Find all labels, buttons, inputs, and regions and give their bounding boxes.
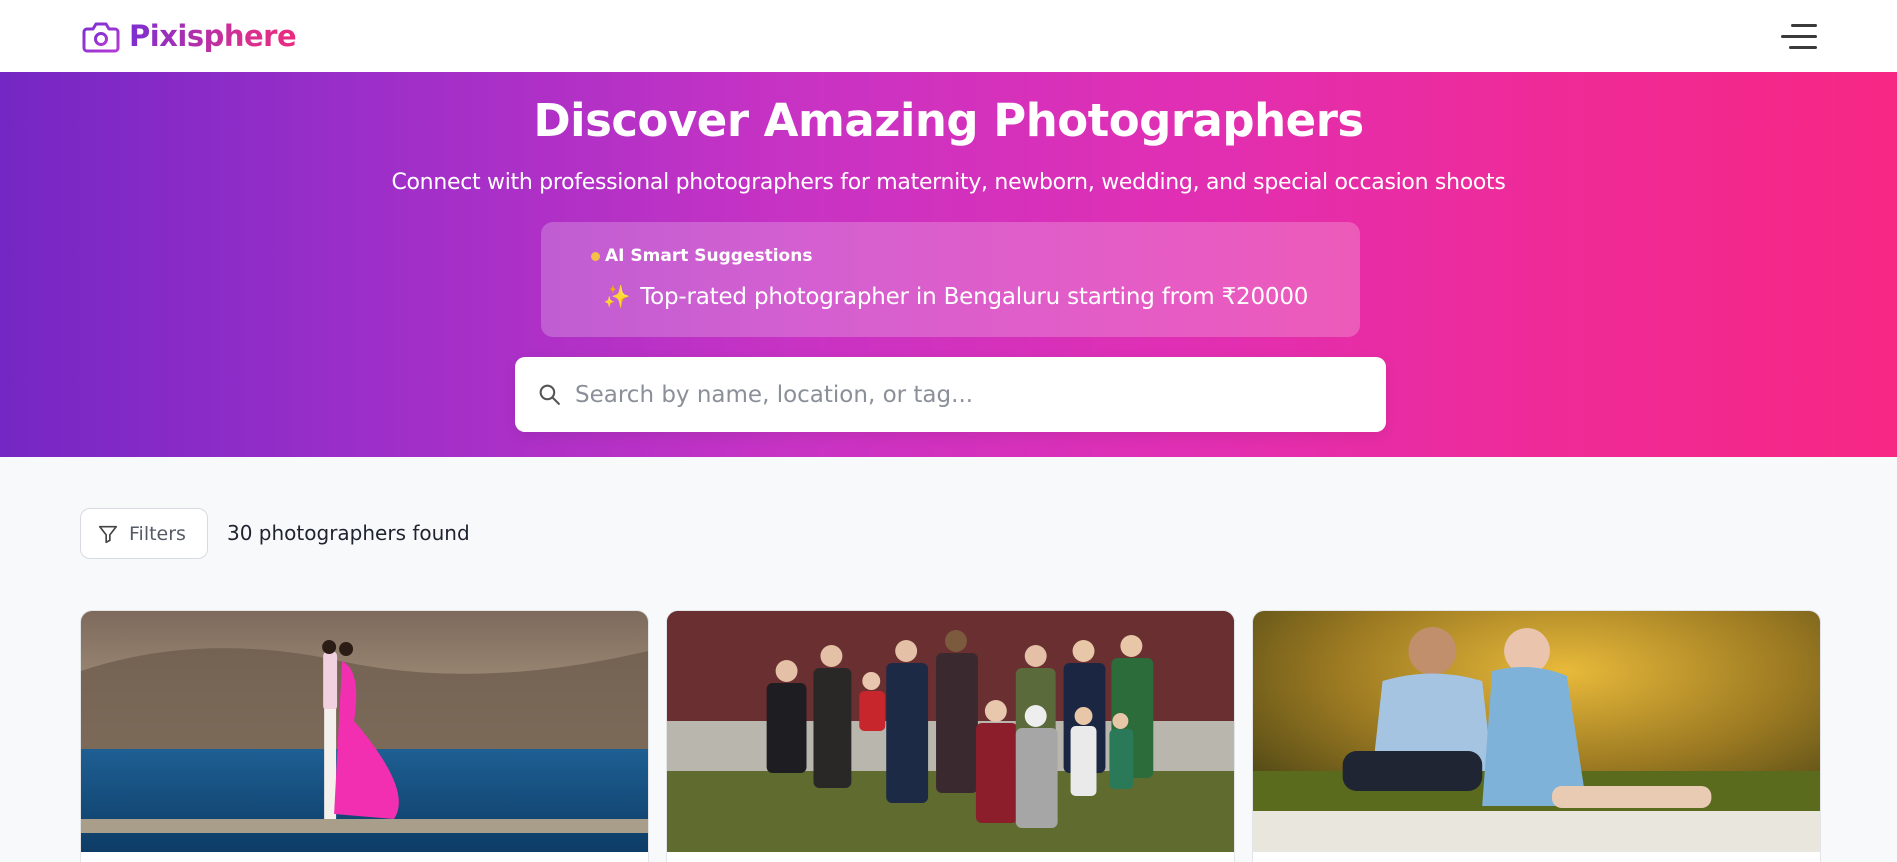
hamburger-menu-icon: [1791, 23, 1817, 27]
status-dot-icon: [591, 251, 600, 261]
ai-suggestion-item[interactable]: ✨ Top-rated photographer in Bengaluru st…: [603, 284, 1308, 310]
search-bar: [515, 357, 1386, 432]
photographer-card[interactable]: [1252, 610, 1821, 862]
photographer-card[interactable]: [80, 610, 649, 862]
photographer-photo: [1253, 611, 1820, 852]
ai-suggestions-header: AI Smart Suggestions: [591, 246, 812, 266]
menu-button[interactable]: [1777, 16, 1817, 56]
ai-suggestions-label: AI Smart Suggestions: [605, 246, 813, 266]
search-icon: [539, 384, 560, 405]
search-input[interactable]: [575, 381, 1355, 408]
camera-icon: [82, 22, 120, 53]
filter-icon: [98, 525, 118, 543]
photographer-card[interactable]: [666, 610, 1235, 862]
ai-suggestion-text: Top-rated photographer in Bengaluru star…: [640, 284, 1309, 310]
hero-title: Discover Amazing Photographers: [533, 94, 1364, 147]
photographer-photo: [81, 611, 648, 852]
sparkle-icon: ✨: [603, 284, 631, 310]
filters-button[interactable]: Filters: [80, 508, 208, 559]
ai-suggestions-card: AI Smart Suggestions ✨ Top-rated photogr…: [541, 222, 1360, 337]
hero-subtitle: Connect with professional photographers …: [391, 170, 1506, 195]
brand-name: Pixisphere: [129, 19, 297, 53]
hero-section: Discover Amazing Photographers Connect w…: [0, 72, 1897, 457]
photographer-photo: [667, 611, 1234, 852]
top-navbar: Pixisphere: [0, 0, 1897, 72]
brand-logo[interactable]: Pixisphere: [81, 16, 297, 56]
hamburger-line: [1781, 34, 1817, 38]
filters-label: Filters: [129, 522, 186, 545]
results-count: 30 photographers found: [227, 521, 470, 545]
hamburger-line: [1789, 45, 1817, 49]
